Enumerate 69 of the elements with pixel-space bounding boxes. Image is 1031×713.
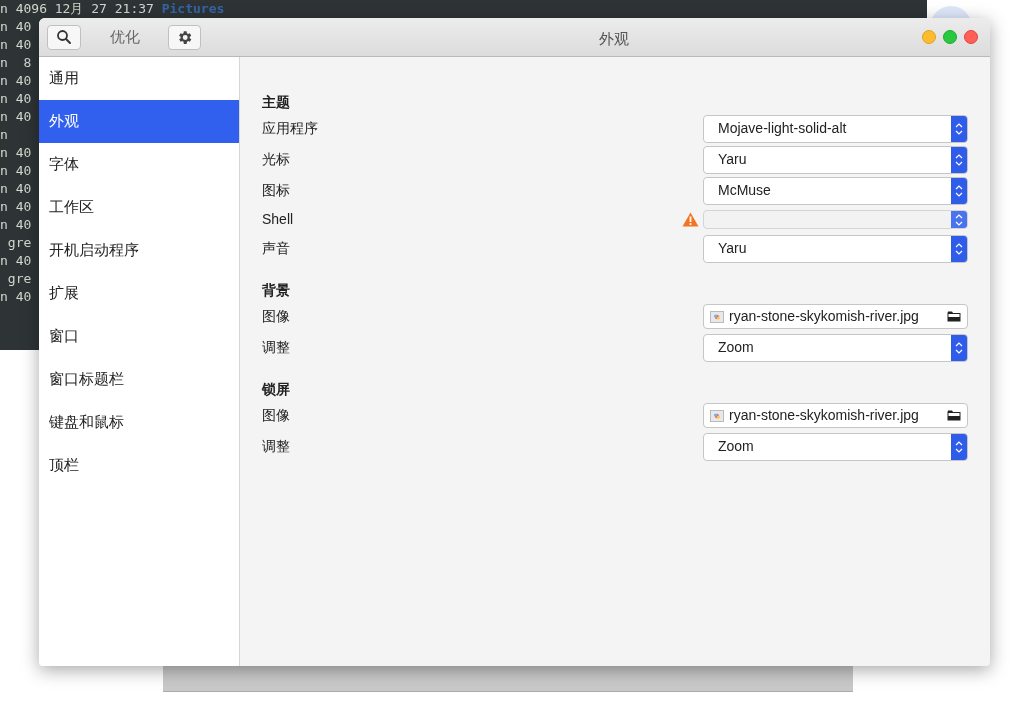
dropdown[interactable]: Mojave-light-solid-alt (703, 114, 968, 143)
sidebar-item[interactable]: 工作区 (39, 186, 239, 229)
folder-icon (947, 311, 961, 322)
terminal-line: n 40 (0, 90, 32, 108)
dropdown-arrows-icon (951, 433, 967, 460)
terminal-line: n 40 (0, 18, 32, 36)
terminal-line: n 40 (0, 198, 32, 216)
maximize-button[interactable] (943, 30, 957, 44)
terminal-line: n 40 (0, 36, 32, 54)
file-name: ryan-stone-skykomish-river.jpg (729, 406, 920, 425)
dropdown-arrows-icon (951, 177, 967, 204)
sidebar-item[interactable]: 窗口标题栏 (39, 358, 239, 401)
sidebar-item[interactable]: 扩展 (39, 272, 239, 315)
terminal-line: n 4096 12月 27 21:37 (0, 0, 155, 18)
dropdown-arrows-icon (951, 235, 967, 262)
image-file-icon (710, 409, 724, 422)
setting-label: 图像 (262, 406, 290, 425)
search-button[interactable] (47, 24, 81, 50)
section-title: 背景 (262, 281, 290, 300)
dropdown[interactable]: Zoom (703, 432, 968, 461)
sidebar-item[interactable]: 通用 (39, 57, 239, 100)
sidebar-item[interactable]: 键盘和鼠标 (39, 401, 239, 444)
terminal-line: n 8 (0, 54, 32, 72)
setting-label: 调整 (262, 437, 290, 456)
dropdown[interactable]: McMuse (703, 176, 968, 205)
terminal-line: n 40 (0, 162, 32, 180)
sidebar-item[interactable]: 开机启动程序 (39, 229, 239, 272)
terminal-line: gre (6, 234, 32, 252)
search-icon (56, 29, 72, 45)
dropdown[interactable]: Zoom (703, 333, 968, 362)
image-file-icon (710, 310, 724, 323)
settings-button[interactable] (168, 24, 201, 50)
close-button[interactable] (964, 30, 978, 44)
terminal-line: n 40 (0, 216, 32, 234)
sidebar-item[interactable]: 顶栏 (39, 444, 239, 487)
dropdown-arrows-icon (951, 334, 967, 361)
terminal-line: gre (6, 270, 32, 288)
section-title: 锁屏 (262, 380, 290, 399)
settings-icon (176, 28, 193, 46)
app-title: 优化 (110, 26, 140, 47)
window-title: 外观 (599, 29, 629, 49)
terminal-line: n 40 (0, 288, 32, 306)
setting-label: 图标 (262, 181, 290, 200)
dropdown-arrows-icon (951, 115, 967, 142)
directory-name: Pictures (161, 0, 225, 18)
setting-label: Shell (262, 210, 294, 229)
sidebar-item[interactable]: 外观 (39, 100, 239, 143)
sidebar-item[interactable]: 窗口 (39, 315, 239, 358)
folder-icon (947, 410, 961, 421)
setting-label: 图像 (262, 307, 290, 326)
terminal-line: n 40 (0, 72, 32, 90)
file-chooser-button[interactable]: ryan-stone-skykomish-river.jpg (703, 403, 968, 428)
terminal-line: n 40 (0, 108, 32, 126)
dropdown-arrows-icon (951, 211, 967, 228)
file-name: ryan-stone-skykomish-river.jpg (729, 307, 920, 326)
terminal-line: n 40 (0, 144, 32, 162)
terminal-line: n 40 (0, 180, 32, 198)
dropdown[interactable]: Yaru (703, 234, 968, 263)
dropdown-arrows-icon (951, 146, 967, 173)
setting-label: 光标 (262, 150, 290, 169)
setting-label: 声音 (262, 239, 290, 258)
setting-label: 应用程序 (262, 119, 318, 138)
setting-label: 调整 (262, 338, 290, 357)
sidebar-item[interactable]: 字体 (39, 143, 239, 186)
section-title: 主题 (262, 93, 290, 112)
terminal-line: n (0, 126, 8, 144)
terminal-line: n 40 (0, 252, 32, 270)
file-chooser-button[interactable]: ryan-stone-skykomish-river.jpg (703, 304, 968, 329)
dropdown[interactable]: Yaru (703, 145, 968, 174)
